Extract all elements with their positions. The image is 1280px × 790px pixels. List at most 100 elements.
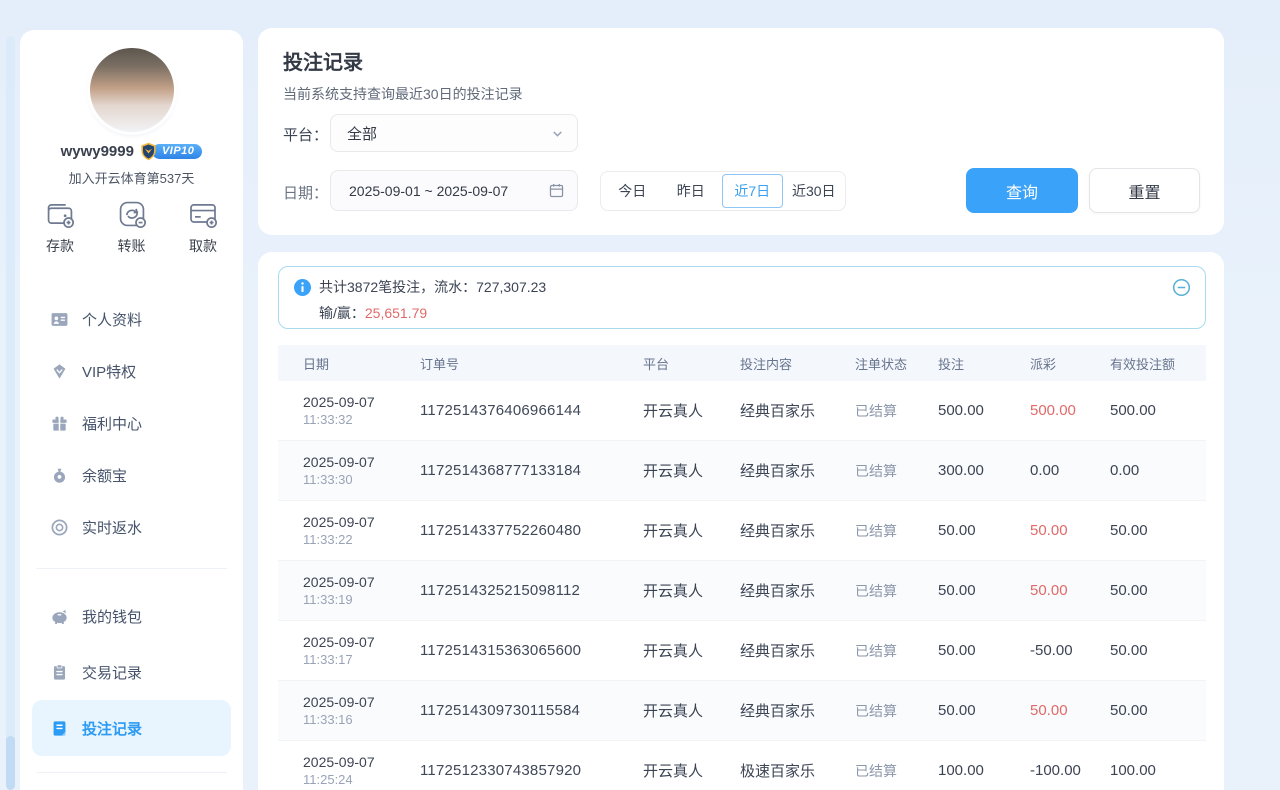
sidebar-item-label: 我的钱包	[82, 606, 142, 627]
cell-bet: 50.00	[938, 702, 1030, 719]
col-header-payout: 派彩	[1030, 354, 1110, 373]
sidebar-item-profile[interactable]: 个人资料	[32, 293, 231, 345]
range-30days-button[interactable]: 近30日	[785, 177, 844, 205]
vip-gem-icon	[50, 362, 69, 381]
col-header-status: 注单状态	[855, 354, 938, 373]
table-row: 2025-09-0711:33:30 1172514368777133184 开…	[278, 441, 1206, 501]
withdraw-button[interactable]: 取款	[187, 198, 219, 256]
minus-circle-icon	[1172, 278, 1191, 297]
date-range-value: 2025-09-01 ~ 2025-09-07	[349, 183, 508, 199]
user-avatar[interactable]	[90, 48, 174, 132]
join-days-text: 加入开云体育第537天	[20, 168, 243, 187]
quick-range-group: 今日 昨日 近7日 近30日	[600, 171, 846, 211]
date-label: 日期：	[283, 182, 328, 203]
deposit-label: 存款	[46, 236, 74, 256]
calendar-icon	[548, 182, 565, 199]
quick-actions: 存款 转账 取款	[34, 198, 229, 256]
sidebar-item-label: 投注记录	[82, 718, 142, 739]
cell-payout: 500.00	[1030, 402, 1110, 419]
money-pouch-icon	[50, 466, 69, 485]
cell-order: 1172514376406966144	[420, 402, 643, 419]
win-loss-label: 输/赢：	[319, 305, 365, 321]
bet-record-icon	[50, 719, 69, 738]
date-range-input[interactable]: 2025-09-01 ~ 2025-09-07	[330, 170, 578, 211]
sidebar-item-welfare[interactable]: 福利中心	[32, 397, 231, 449]
platform-selected-value: 全部	[347, 123, 377, 144]
cell-date: 2025-09-0711:33:16	[303, 694, 420, 727]
cell-content: 经典百家乐	[740, 400, 855, 421]
platform-label: 平台：	[283, 124, 328, 145]
cell-status: 已结算	[855, 581, 938, 601]
sidebar-nav-secondary: 我的钱包 交易记录 投注记录	[32, 588, 231, 756]
win-loss-value: 25,651.79	[365, 305, 427, 321]
page-scrollbar-thumb[interactable]	[6, 736, 15, 790]
cell-payout: -100.00	[1030, 762, 1110, 779]
transfer-icon	[116, 198, 148, 230]
cell-status: 已结算	[855, 701, 938, 721]
cell-platform: 开云真人	[643, 460, 740, 481]
cell-order: 1172514368777133184	[420, 462, 643, 479]
filter-panel: 投注记录 当前系统支持查询最近30日的投注记录 平台： 全部 日期： 2025-…	[258, 28, 1224, 235]
range-7days-button[interactable]: 近7日	[722, 174, 783, 208]
chevron-down-icon	[550, 126, 565, 141]
query-button[interactable]: 查询	[966, 168, 1078, 213]
records-panel: 共计3872笔投注，流水：727,307.23 输/赢：25,651.79 日期…	[258, 252, 1224, 790]
cell-date: 2025-09-0711:33:30	[303, 454, 420, 487]
sidebar-item-bet-records[interactable]: 投注记录	[32, 700, 231, 756]
table-row: 2025-09-0711:33:17 1172514315363065600 开…	[278, 621, 1206, 681]
sidebar-item-label: 实时返水	[82, 517, 142, 538]
table-row: 2025-09-0711:33:32 1172514376406966144 开…	[278, 381, 1206, 441]
page-subtitle: 当前系统支持查询最近30日的投注记录	[283, 84, 523, 104]
range-yesterday-button[interactable]: 昨日	[662, 177, 721, 205]
vip-shield-icon	[139, 142, 158, 161]
reset-button[interactable]: 重置	[1089, 168, 1200, 213]
cell-platform: 开云真人	[643, 760, 740, 781]
deposit-button[interactable]: 存款	[44, 198, 76, 256]
cell-date: 2025-09-0711:33:32	[303, 394, 420, 427]
table-row: 2025-09-0711:33:16 1172514309730115584 开…	[278, 681, 1206, 741]
table-row: 2025-09-0711:33:19 1172514325215098112 开…	[278, 561, 1206, 621]
sidebar-nav-primary: 个人资料 VIP特权 福利中心 余额宝	[32, 293, 231, 553]
clipboard-icon	[50, 663, 69, 682]
table-row: 2025-09-0711:33:22 1172514337752260480 开…	[278, 501, 1206, 561]
cell-date: 2025-09-0711:33:17	[303, 634, 420, 667]
sidebar-item-label: VIP特权	[82, 361, 136, 382]
cell-content: 经典百家乐	[740, 460, 855, 481]
cell-platform: 开云真人	[643, 580, 740, 601]
cell-platform: 开云真人	[643, 400, 740, 421]
cell-status: 已结算	[855, 761, 938, 781]
cell-valid: 50.00	[1110, 582, 1206, 599]
withdraw-icon	[187, 198, 219, 230]
sidebar-item-transactions[interactable]: 交易记录	[32, 644, 231, 700]
cell-content: 经典百家乐	[740, 640, 855, 661]
sidebar-divider	[36, 568, 227, 569]
cell-content: 极速百家乐	[740, 760, 855, 781]
cell-date: 2025-09-0711:33:19	[303, 574, 420, 607]
sidebar-item-rebate[interactable]: 实时返水	[32, 501, 231, 553]
piggy-bank-icon	[50, 607, 69, 626]
sidebar-divider	[36, 772, 227, 773]
cell-payout: -50.00	[1030, 642, 1110, 659]
rebate-ring-icon	[50, 518, 69, 537]
page-scrollbar-track	[6, 36, 15, 790]
transfer-button[interactable]: 转账	[116, 198, 148, 256]
sidebar-item-vip[interactable]: VIP特权	[32, 345, 231, 397]
sidebar: wywy9999 VIP10 加入开云体育第537天 存款	[20, 30, 243, 790]
cell-date: 2025-09-0711:25:24	[303, 754, 420, 787]
sidebar-item-wallet[interactable]: 我的钱包	[32, 588, 231, 644]
cell-bet: 300.00	[938, 462, 1030, 479]
range-today-button[interactable]: 今日	[603, 177, 662, 205]
cell-content: 经典百家乐	[740, 700, 855, 721]
col-header-bet: 投注	[938, 354, 1030, 373]
col-header-date: 日期	[303, 354, 420, 373]
cell-content: 经典百家乐	[740, 520, 855, 541]
cell-payout: 50.00	[1030, 702, 1110, 719]
summary-alert: 共计3872笔投注，流水：727,307.23 输/赢：25,651.79	[278, 266, 1206, 329]
vip-level-label: VIP10	[152, 144, 202, 159]
sidebar-item-label: 余额宝	[82, 465, 127, 486]
platform-select[interactable]: 全部	[330, 114, 578, 152]
cell-status: 已结算	[855, 641, 938, 661]
sidebar-item-yuebao[interactable]: 余额宝	[32, 449, 231, 501]
summary-line1: 共计3872笔投注，流水：727,307.23	[319, 277, 546, 297]
collapse-summary-button[interactable]	[1172, 278, 1191, 297]
